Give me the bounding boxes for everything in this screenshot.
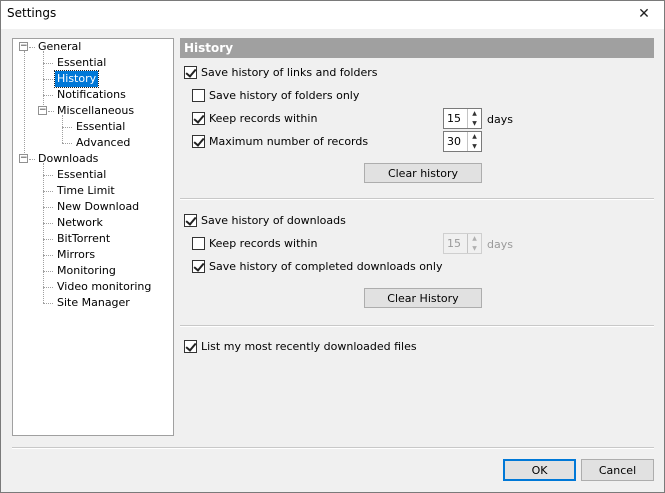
tree-connector-line [43,175,53,176]
spin-up-icon[interactable]: ▲ [468,234,481,244]
completed-only-checkbox[interactable] [192,260,205,273]
window-title: Settings [7,6,57,20]
tree-connector-line [43,287,53,288]
spin-down-icon[interactable]: ▼ [468,119,481,129]
tree-item-mirrors[interactable]: Mirrors [55,247,97,263]
completed-only-label: Save history of completed downloads only [209,260,443,273]
collapse-icon[interactable]: − [38,106,47,115]
spin-up-icon[interactable]: ▲ [468,132,481,142]
recent-files-checkbox[interactable] [184,340,197,353]
ok-button[interactable]: OK [503,459,576,481]
clear-downloads-history-button[interactable]: Clear History [364,288,482,308]
tree-connector-line [43,223,53,224]
save-links-history-checkbox[interactable] [184,66,197,79]
tree-connector-line [62,127,72,128]
tree-connector-line [43,163,44,303]
tree-item-site-manager[interactable]: Site Manager [55,295,132,311]
tree-item-time-limit[interactable]: Time Limit [55,183,117,199]
max-records-value[interactable]: 30 [444,132,467,151]
title-bar: Settings ✕ [1,1,664,29]
completed-only-row[interactable]: Save history of completed downloads only [192,260,442,273]
tree-connector-line [43,255,53,256]
tree-connector-line [43,51,44,111]
tree-item-downloads[interactable]: Downloads [36,151,100,167]
tree-connector-line [29,47,35,48]
tree-item-new-download[interactable]: New Download [55,199,141,215]
collapse-icon[interactable]: − [19,42,28,51]
cancel-button[interactable]: Cancel [581,459,654,481]
downloads-keep-days-unit: days [487,238,513,251]
tree-item-monitoring[interactable]: Monitoring [55,263,118,279]
tree-item-video-monitoring[interactable]: Video monitoring [55,279,153,295]
tree-connector-line [43,63,53,64]
tree-connector-line [24,51,25,159]
save-links-history-row[interactable]: Save history of links and folders [184,66,377,79]
folders-only-row[interactable]: Save history of folders only [192,89,359,102]
clear-links-history-button[interactable]: Clear history [364,163,482,183]
tree-connector-line [43,79,53,80]
tree-connector-line [43,191,53,192]
tree-item-misc-advanced[interactable]: Advanced [74,135,132,151]
links-keep-records-row[interactable]: Keep records within [192,112,317,125]
folders-only-checkbox[interactable] [192,89,205,102]
close-icon[interactable]: ✕ [624,1,664,29]
tree-connector-line [48,111,54,112]
spin-down-icon[interactable]: ▼ [468,142,481,152]
separator [180,325,654,327]
tree-item-general-essential[interactable]: Essential [55,55,108,71]
links-keep-records-label: Keep records within [209,112,318,125]
save-downloads-history-row[interactable]: Save history of downloads [184,214,346,227]
downloads-keep-days-spinner[interactable]: 15 ▲ ▼ [443,233,482,254]
save-downloads-history-label: Save history of downloads [201,214,346,227]
downloads-keep-records-checkbox[interactable] [192,237,205,250]
tree-connector-line [43,207,53,208]
max-records-label: Maximum number of records [209,135,369,148]
recent-files-row[interactable]: List my most recently downloaded files [184,340,417,353]
tree-item-general[interactable]: General [36,39,83,55]
tree-connector-line [62,115,63,143]
tree-item-downloads-essential[interactable]: Essential [55,167,108,183]
save-downloads-history-checkbox[interactable] [184,214,197,227]
tree-connector-line [29,159,35,160]
settings-tree: − General Essential History Notifications − Mi… [12,38,174,436]
collapse-icon[interactable]: − [19,154,28,163]
separator [180,198,654,200]
tree-item-history[interactable]: History [53,70,100,88]
folders-only-label: Save history of folders only [209,89,360,102]
downloads-keep-records-row[interactable]: Keep records within [192,237,317,250]
max-records-spinner[interactable]: 30 ▲ ▼ [443,131,482,152]
links-keep-days-spinner[interactable]: 15 ▲ ▼ [443,108,482,129]
save-links-history-label: Save history of links and folders [201,66,378,79]
recent-files-label: List my most recently downloaded files [201,340,417,353]
tree-connector-line [43,303,53,304]
settings-window: Settings ✕ − General Essential History Notif… [0,0,665,493]
links-keep-records-checkbox[interactable] [192,112,205,125]
links-keep-days-value[interactable]: 15 [444,109,467,128]
tree-item-network[interactable]: Network [55,215,105,231]
max-records-checkbox[interactable] [192,135,205,148]
downloads-keep-records-label: Keep records within [209,237,318,250]
tree-connector-line [43,271,53,272]
section-header: History [180,38,654,58]
tree-item-misc-essential[interactable]: Essential [74,119,127,135]
tree-connector-line [43,239,53,240]
tree-item-notifications[interactable]: Notifications [55,87,128,103]
max-records-row[interactable]: Maximum number of records [192,135,368,148]
tree-connector-line [43,95,53,96]
links-keep-days-unit: days [487,113,513,126]
downloads-keep-days-value[interactable]: 15 [444,234,467,253]
tree-item-miscellaneous[interactable]: Miscellaneous [55,103,136,119]
spin-up-icon[interactable]: ▲ [468,109,481,119]
tree-connector-line [62,143,72,144]
spin-down-icon[interactable]: ▼ [468,244,481,254]
footer-separator [12,447,654,449]
tree-item-bittorrent[interactable]: BitTorrent [55,231,112,247]
